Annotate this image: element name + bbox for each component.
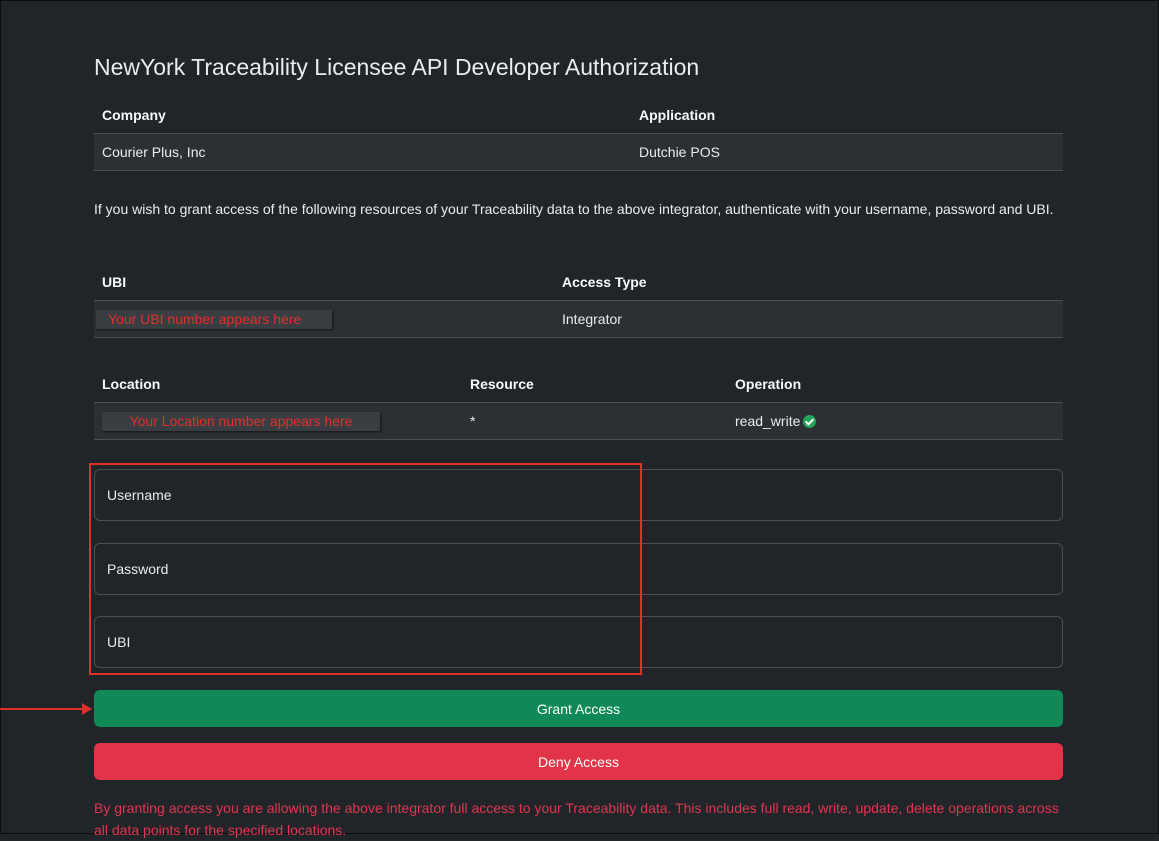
company-header: Company xyxy=(94,97,631,134)
intro-text: If you wish to grant access of the follo… xyxy=(94,201,1054,217)
resource-value: * xyxy=(462,402,727,440)
location-table: Location Resource Operation Your Locatio… xyxy=(94,366,1063,440)
annotation-arrow-icon xyxy=(0,703,92,715)
ubi-placeholder: Your UBI number appears here xyxy=(96,309,332,329)
ubi-table: UBI Access Type Your UBI number appears … xyxy=(94,264,1063,338)
password-label: Password xyxy=(107,561,169,577)
application-value: Dutchie POS xyxy=(631,133,1063,171)
ubi-header: UBI xyxy=(94,264,554,301)
access-type-header: Access Type xyxy=(554,264,1063,301)
location-placeholder: Your Location number appears here xyxy=(102,411,380,431)
resource-header: Resource xyxy=(462,366,727,403)
ubi-label: UBI xyxy=(107,634,131,650)
table-row: Your UBI number appears here Integrator xyxy=(94,300,1063,338)
location-header: Location xyxy=(94,366,462,403)
location-cell: Your Location number appears here xyxy=(94,402,462,440)
table-row: Your Location number appears here * read… xyxy=(94,402,1063,440)
page-title: NewYork Traceability Licensee API Develo… xyxy=(94,54,700,80)
operation-cell: read_write xyxy=(727,402,1063,440)
deny-access-button[interactable]: Deny Access xyxy=(94,743,1063,780)
ubi-field[interactable]: UBI xyxy=(94,616,1063,668)
integrator-table: Company Application Courier Plus, Inc Du… xyxy=(94,97,1063,171)
company-value: Courier Plus, Inc xyxy=(94,133,631,171)
check-circle-icon xyxy=(803,415,817,428)
password-field[interactable]: Password xyxy=(94,543,1063,595)
operation-header: Operation xyxy=(727,366,1063,403)
username-label: Username xyxy=(107,487,172,503)
operation-value: read_write xyxy=(735,413,801,429)
warning-text: By granting access you are allowing the … xyxy=(94,800,1059,838)
grant-access-button[interactable]: Grant Access xyxy=(94,690,1063,727)
username-field[interactable]: Username xyxy=(94,469,1063,521)
application-header: Application xyxy=(631,97,1063,134)
access-type-value: Integrator xyxy=(554,300,1063,338)
ubi-cell: Your UBI number appears here xyxy=(94,300,554,338)
table-row: Courier Plus, Inc Dutchie POS xyxy=(94,133,1063,171)
